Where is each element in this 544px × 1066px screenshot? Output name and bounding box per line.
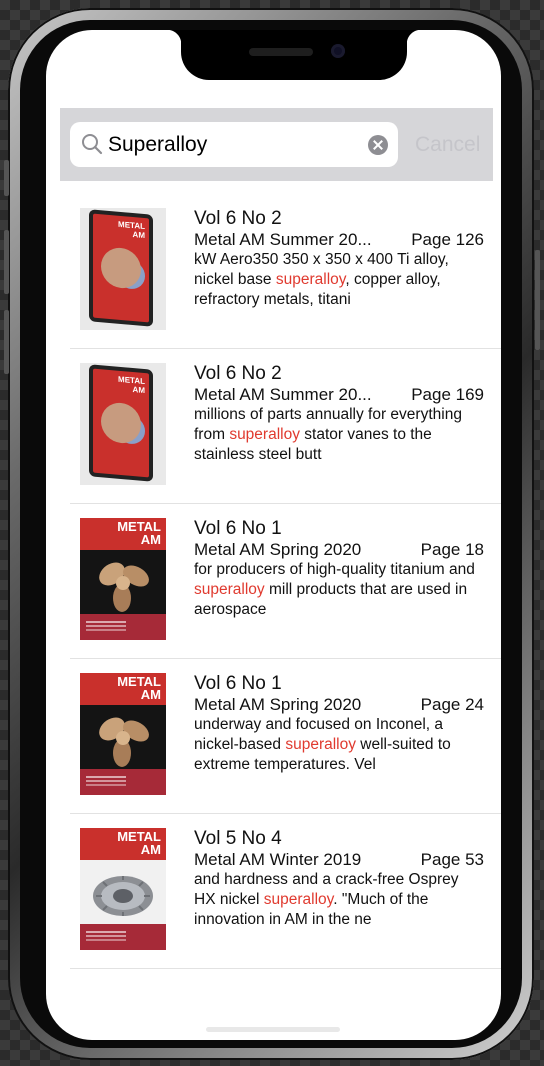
cover-title-line2: AM <box>140 842 161 857</box>
issue-number: Vol 5 No 4 <box>194 828 282 849</box>
issue-meta: Metal AM Summer 20... Page 126 <box>194 230 484 250</box>
issue-thumbnail: METAL AM <box>80 363 166 485</box>
result-text: Vol 5 No 4 Metal AM Winter 2019 Page 53 … <box>194 828 484 930</box>
speaker-grille <box>249 48 313 56</box>
list-item[interactable]: METAL AM Vol 6 No 1 Metal AM Spring 2020 … <box>46 504 501 659</box>
cancel-button[interactable]: Cancel <box>415 122 480 167</box>
issue-number: Vol 6 No 2 <box>194 208 282 229</box>
cover-title-line1: METAL <box>118 374 145 387</box>
camera-icon <box>331 44 345 58</box>
issue-number: Vol 6 No 2 <box>194 363 282 384</box>
issue-thumbnail: METAL AM <box>80 673 166 795</box>
power-button <box>535 250 540 350</box>
cover-footer <box>80 924 166 950</box>
page-number: Page 18 <box>420 540 484 559</box>
tablet-icon: METAL AM <box>89 364 153 482</box>
magazine-title: Metal AM Winter 2019 <box>194 850 362 869</box>
issue-meta: Metal AM Summer 20... Page 169 <box>194 385 484 405</box>
excerpt: underway and focused on Inconel, a nicke… <box>194 715 484 775</box>
result-text: Vol 6 No 1 Metal AM Spring 2020 Page 18 … <box>194 518 484 620</box>
search-input[interactable]: Superalloy <box>70 122 398 167</box>
magazine-title: Metal AM Spring 2020 <box>194 540 362 559</box>
issue-meta: Metal AM Spring 2020 Page 18 <box>194 540 484 560</box>
notch <box>167 30 421 80</box>
issue-meta: Metal AM Spring 2020 Page 24 <box>194 695 484 715</box>
excerpt: kW Aero350 350 x 350 x 400 Ti alloy, nic… <box>194 250 484 310</box>
mute-switch <box>4 160 9 196</box>
list-item[interactable]: METAL AM Vol 5 No 4 Metal AM Winter 2019… <box>46 814 501 969</box>
search-icon <box>82 134 103 155</box>
cover-title-line2: AM <box>132 385 145 396</box>
excerpt-highlight: superalloy <box>263 891 334 908</box>
excerpt-highlight: superalloy <box>194 581 265 598</box>
results-list: METAL AM Vol 6 No 2 Metal AM Summer 20...… <box>46 194 501 969</box>
tablet-icon: METAL AM <box>89 209 153 327</box>
issue-thumbnail: METAL AM <box>80 208 166 330</box>
cover-title-line2: AM <box>140 532 161 547</box>
cover-title-line2: AM <box>140 687 161 702</box>
cover-photo <box>101 246 141 290</box>
result-text: Vol 6 No 2 Metal AM Summer 20... Page 12… <box>194 208 484 310</box>
search-bar: Superalloy Cancel <box>60 108 493 181</box>
cover-logo: METAL AM <box>117 830 161 856</box>
cover-footer <box>80 769 166 795</box>
cover-logo: METAL AM <box>117 675 161 701</box>
cover-footer <box>80 614 166 640</box>
cover-title-line2: AM <box>132 230 145 241</box>
list-item[interactable]: METAL AM Vol 6 No 2 Metal AM Summer 20...… <box>46 194 501 349</box>
issue-meta: Metal AM Winter 2019 Page 53 <box>194 850 484 870</box>
clear-icon[interactable] <box>368 135 388 155</box>
search-query[interactable]: Superalloy <box>108 122 207 167</box>
page-number: Page 126 <box>411 230 484 249</box>
cover-title-line1: METAL <box>118 219 145 232</box>
propeller-icon <box>99 562 149 612</box>
excerpt: for producers of high-quality titanium a… <box>194 560 484 620</box>
result-text: Vol 6 No 2 Metal AM Summer 20... Page 16… <box>194 363 484 465</box>
cover-photo <box>101 401 141 445</box>
home-indicator[interactable] <box>206 1027 340 1032</box>
page-number: Page 169 <box>411 385 484 404</box>
issue-number: Vol 6 No 1 <box>194 673 282 694</box>
cover-logo: METAL AM <box>117 520 161 546</box>
phone-screen: Superalloy Cancel METAL AM Vol 6 No 2 Met… <box>46 30 501 1040</box>
magazine-title: Metal AM Spring 2020 <box>194 695 362 714</box>
excerpt-highlight: superalloy <box>275 271 346 288</box>
issue-thumbnail: METAL AM <box>80 518 166 640</box>
magazine-title: Metal AM Summer 20... <box>194 230 372 249</box>
page-number: Page 53 <box>420 850 484 869</box>
gear-icon <box>93 876 153 916</box>
excerpt-highlight: superalloy <box>285 736 356 753</box>
excerpt-before: for producers of high-quality titanium a… <box>194 561 475 578</box>
issue-thumbnail: METAL AM <box>80 828 166 950</box>
divider <box>70 968 501 969</box>
excerpt-highlight: superalloy <box>229 426 300 443</box>
result-text: Vol 6 No 1 Metal AM Spring 2020 Page 24 … <box>194 673 484 775</box>
propeller-icon <box>99 717 149 767</box>
page-number: Page 24 <box>420 695 484 714</box>
excerpt: millions of parts annually for everythin… <box>194 405 484 465</box>
volume-up-button <box>4 230 9 294</box>
issue-number: Vol 6 No 1 <box>194 518 282 539</box>
volume-down-button <box>4 310 9 374</box>
list-item[interactable]: METAL AM Vol 6 No 2 Metal AM Summer 20...… <box>46 349 501 504</box>
excerpt: and hardness and a crack-free Osprey HX … <box>194 870 484 930</box>
list-item[interactable]: METAL AM Vol 6 No 1 Metal AM Spring 2020 … <box>46 659 501 814</box>
magazine-title: Metal AM Summer 20... <box>194 385 372 404</box>
